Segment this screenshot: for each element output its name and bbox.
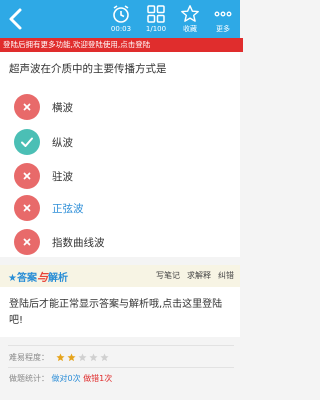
login-banner[interactable]: 登陆后拥有更多功能,欢迎登陆使用,点击登陆 [0, 38, 243, 52]
answer-header: ★答案与解析 写笔记 求解释 纠错 [0, 265, 240, 287]
option-label: 指数曲线波 [52, 237, 105, 249]
timer-button[interactable]: 00:03 [104, 2, 138, 36]
progress-label: 1/100 [145, 25, 167, 33]
answer-title: ★答案与解析 [8, 269, 68, 285]
right-count: 做对0次 [51, 374, 81, 383]
difficulty-stars [55, 353, 111, 362]
back-button[interactable] [3, 6, 29, 32]
answer-title-left: 答案 [16, 273, 37, 284]
option-1[interactable]: 横波 [14, 94, 229, 120]
wrong-mark-icon [14, 229, 40, 255]
star-icon: ★ [8, 273, 17, 284]
favorite-label: 收藏 [183, 25, 197, 33]
check-mark-icon [14, 129, 40, 155]
option-3[interactable]: 驻波 [14, 163, 229, 189]
more-button[interactable]: 更多 [206, 2, 240, 36]
write-note-link[interactable]: 写笔记 [156, 271, 180, 280]
star-empty-icon [99, 353, 109, 362]
answer-links: 写笔记 求解释 纠错 [149, 270, 234, 281]
answer-body[interactable]: 登陆后才能正常显示答案与解析哦,点击这里登陆吧! [0, 287, 240, 337]
option-2[interactable]: 纵波 [14, 129, 229, 155]
stats-label: 做题统计： [9, 374, 49, 383]
answer-title-right: 解析 [47, 273, 68, 284]
back-arrow-icon [9, 8, 22, 30]
difficulty-label: 难易程度： [9, 353, 49, 362]
timer-label: 00:03 [110, 25, 132, 33]
divider [8, 367, 234, 368]
alarm-clock-icon [113, 5, 129, 23]
wrong-mark-icon [14, 163, 40, 189]
question-card: 超声波在介质中的主要传播方式是 横波 纵波 驻波 正弦波 指数曲线波 [0, 52, 240, 257]
option-label-selected: 正弦波 [52, 203, 84, 215]
ask-explain-link[interactable]: 求解释 [187, 271, 211, 280]
wrong-count: 做错1次 [83, 374, 113, 383]
option-label: 纵波 [52, 137, 73, 149]
option-label: 横波 [52, 102, 73, 114]
answer-login-prompt[interactable]: 登陆后才能正常显示答案与解析哦,点击这里登陆吧! [9, 297, 233, 329]
difficulty-row: 难易程度： [9, 352, 111, 363]
wrong-mark-icon [14, 195, 40, 221]
grid-icon [147, 5, 165, 23]
answer-title-amp: 与 [36, 271, 48, 284]
more-dots-icon [214, 11, 232, 17]
star-empty-icon [88, 353, 98, 362]
report-error-link[interactable]: 纠错 [218, 271, 234, 280]
option-label: 驻波 [52, 171, 73, 183]
more-label: 更多 [216, 25, 230, 33]
top-toolbar: 00:03 1/100 收藏 更多 [0, 0, 240, 38]
star-empty-icon [77, 353, 87, 362]
wrong-mark-icon [14, 94, 40, 120]
question-text: 超声波在介质中的主要传播方式是 [9, 63, 167, 75]
stats-row: 做题统计： 做对0次 做错1次 [9, 373, 112, 384]
star-filled-icon [55, 353, 65, 362]
favorite-button[interactable]: 收藏 [173, 2, 207, 36]
star-filled-icon [66, 353, 76, 362]
progress-button[interactable]: 1/100 [139, 2, 173, 36]
option-5[interactable]: 指数曲线波 [14, 229, 229, 255]
option-4[interactable]: 正弦波 [14, 195, 229, 221]
star-outline-icon [181, 5, 199, 22]
divider [8, 345, 234, 346]
